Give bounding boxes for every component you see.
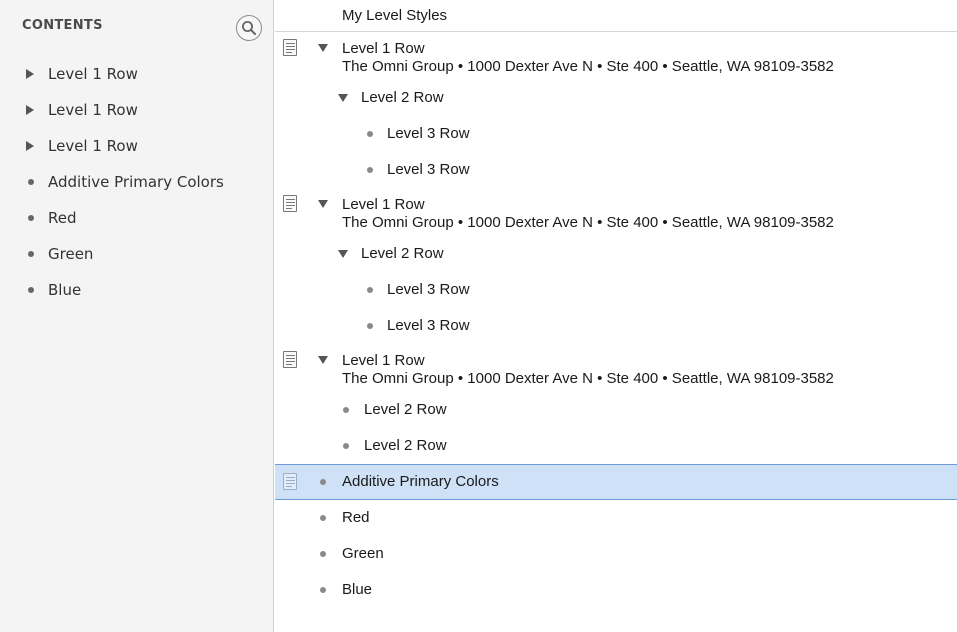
row-title: Level 1 Row bbox=[342, 40, 425, 57]
row-note: The Omni Group • 1000 Dexter Ave N • Ste… bbox=[342, 214, 834, 231]
row-title: Level 3 Row bbox=[387, 317, 470, 334]
sidebar-item-level-1-row[interactable]: Level 1 Row bbox=[0, 56, 273, 92]
row-note: The Omni Group • 1000 Dexter Ave N • Ste… bbox=[342, 370, 834, 387]
bullet-icon bbox=[320, 551, 326, 557]
note-icon[interactable] bbox=[283, 195, 297, 212]
disclosure-triangle-icon[interactable] bbox=[317, 354, 329, 366]
disclosure-triangle-icon[interactable] bbox=[317, 42, 329, 54]
sidebar-item-additive-primary-colors[interactable]: Additive Primary Colors bbox=[0, 164, 273, 200]
bullet-icon bbox=[320, 515, 326, 521]
row-title: Level 2 Row bbox=[364, 401, 447, 418]
sidebar-list: Level 1 Row Level 1 Row Level 1 Row Addi… bbox=[0, 56, 273, 308]
sidebar-item-level-1-row[interactable]: Level 1 Row bbox=[0, 92, 273, 128]
outline-row-selected[interactable]: Additive Primary Colors bbox=[275, 464, 957, 500]
sidebar-item-blue[interactable]: Blue bbox=[0, 272, 273, 308]
row-title: Level 3 Row bbox=[387, 161, 470, 178]
disclosure-triangle-icon[interactable] bbox=[26, 69, 48, 79]
disclosure-triangle-icon[interactable] bbox=[317, 198, 329, 210]
bullet-icon bbox=[26, 287, 48, 293]
bullet-icon bbox=[320, 587, 326, 593]
bullet-icon bbox=[320, 479, 326, 485]
row-title: Level 2 Row bbox=[361, 245, 444, 262]
column-header[interactable]: My Level Styles bbox=[275, 0, 957, 32]
outline-editor: My Level Styles Level 1 Row The Omni Gro… bbox=[275, 0, 957, 632]
disclosure-triangle-icon[interactable] bbox=[337, 92, 349, 104]
bullet-icon bbox=[26, 251, 48, 257]
outline-row-level-1[interactable]: Level 1 Row The Omni Group • 1000 Dexter… bbox=[275, 344, 957, 392]
outline-row-level-3[interactable]: Level 3 Row bbox=[275, 152, 957, 188]
bullet-icon bbox=[26, 179, 48, 185]
outline-row-level-3[interactable]: Level 3 Row bbox=[275, 272, 957, 308]
bullet-icon bbox=[367, 323, 373, 329]
sidebar-item-label: Additive Primary Colors bbox=[48, 173, 224, 191]
sidebar-item-label: Red bbox=[48, 209, 77, 227]
row-title: Level 2 Row bbox=[364, 437, 447, 454]
bullet-icon bbox=[343, 407, 349, 413]
bullet-icon bbox=[26, 215, 48, 221]
sidebar-item-level-1-row[interactable]: Level 1 Row bbox=[0, 128, 273, 164]
contents-sidebar: CONTENTS Level 1 Row Level 1 Row Level 1… bbox=[0, 0, 274, 632]
row-title: Level 3 Row bbox=[387, 125, 470, 142]
sidebar-title: CONTENTS bbox=[22, 18, 103, 33]
row-title: Red bbox=[342, 509, 370, 526]
outline-row-level-2[interactable]: Level 2 Row bbox=[275, 236, 957, 272]
outline-row-level-3[interactable]: Level 3 Row bbox=[275, 308, 957, 344]
outline-row[interactable]: Green bbox=[275, 536, 957, 572]
column-header-title: My Level Styles bbox=[342, 7, 448, 24]
row-title: Green bbox=[342, 545, 384, 562]
bullet-icon bbox=[343, 443, 349, 449]
bullet-icon bbox=[367, 167, 373, 173]
bullet-icon bbox=[367, 287, 373, 293]
sidebar-item-green[interactable]: Green bbox=[0, 236, 273, 272]
row-title: Blue bbox=[342, 581, 373, 598]
row-note: The Omni Group • 1000 Dexter Ave N • Ste… bbox=[342, 58, 834, 75]
row-title: Level 1 Row bbox=[342, 196, 425, 213]
outline-row-level-2[interactable]: Level 2 Row bbox=[275, 428, 957, 464]
row-title: Level 2 Row bbox=[361, 89, 444, 106]
row-title: Additive Primary Colors bbox=[342, 473, 499, 490]
search-icon bbox=[242, 21, 256, 35]
outline-row-level-1[interactable]: Level 1 Row The Omni Group • 1000 Dexter… bbox=[275, 188, 957, 236]
outline-row-level-3[interactable]: Level 3 Row bbox=[275, 116, 957, 152]
sidebar-item-label: Level 1 Row bbox=[48, 137, 138, 155]
sidebar-item-label: Level 1 Row bbox=[48, 101, 138, 119]
sidebar-item-label: Green bbox=[48, 245, 94, 263]
sidebar-item-red[interactable]: Red bbox=[0, 200, 273, 236]
note-icon[interactable] bbox=[283, 351, 297, 368]
sidebar-item-label: Level 1 Row bbox=[48, 65, 138, 83]
outline-row-level-1[interactable]: Level 1 Row The Omni Group • 1000 Dexter… bbox=[275, 32, 957, 80]
outline-row[interactable]: Red bbox=[275, 500, 957, 536]
disclosure-triangle-icon[interactable] bbox=[26, 105, 48, 115]
outline-row-level-2[interactable]: Level 2 Row bbox=[275, 80, 957, 116]
bullet-icon bbox=[367, 131, 373, 137]
disclosure-triangle-icon[interactable] bbox=[26, 141, 48, 151]
sidebar-item-label: Blue bbox=[48, 281, 82, 299]
note-icon[interactable] bbox=[283, 39, 297, 56]
row-title: Level 1 Row bbox=[342, 352, 425, 369]
search-button[interactable] bbox=[236, 15, 262, 41]
outline-row-level-2[interactable]: Level 2 Row bbox=[275, 392, 957, 428]
note-icon[interactable] bbox=[283, 473, 297, 490]
disclosure-triangle-icon[interactable] bbox=[337, 248, 349, 260]
outline-row[interactable]: Blue bbox=[275, 572, 957, 608]
row-title: Level 3 Row bbox=[387, 281, 470, 298]
